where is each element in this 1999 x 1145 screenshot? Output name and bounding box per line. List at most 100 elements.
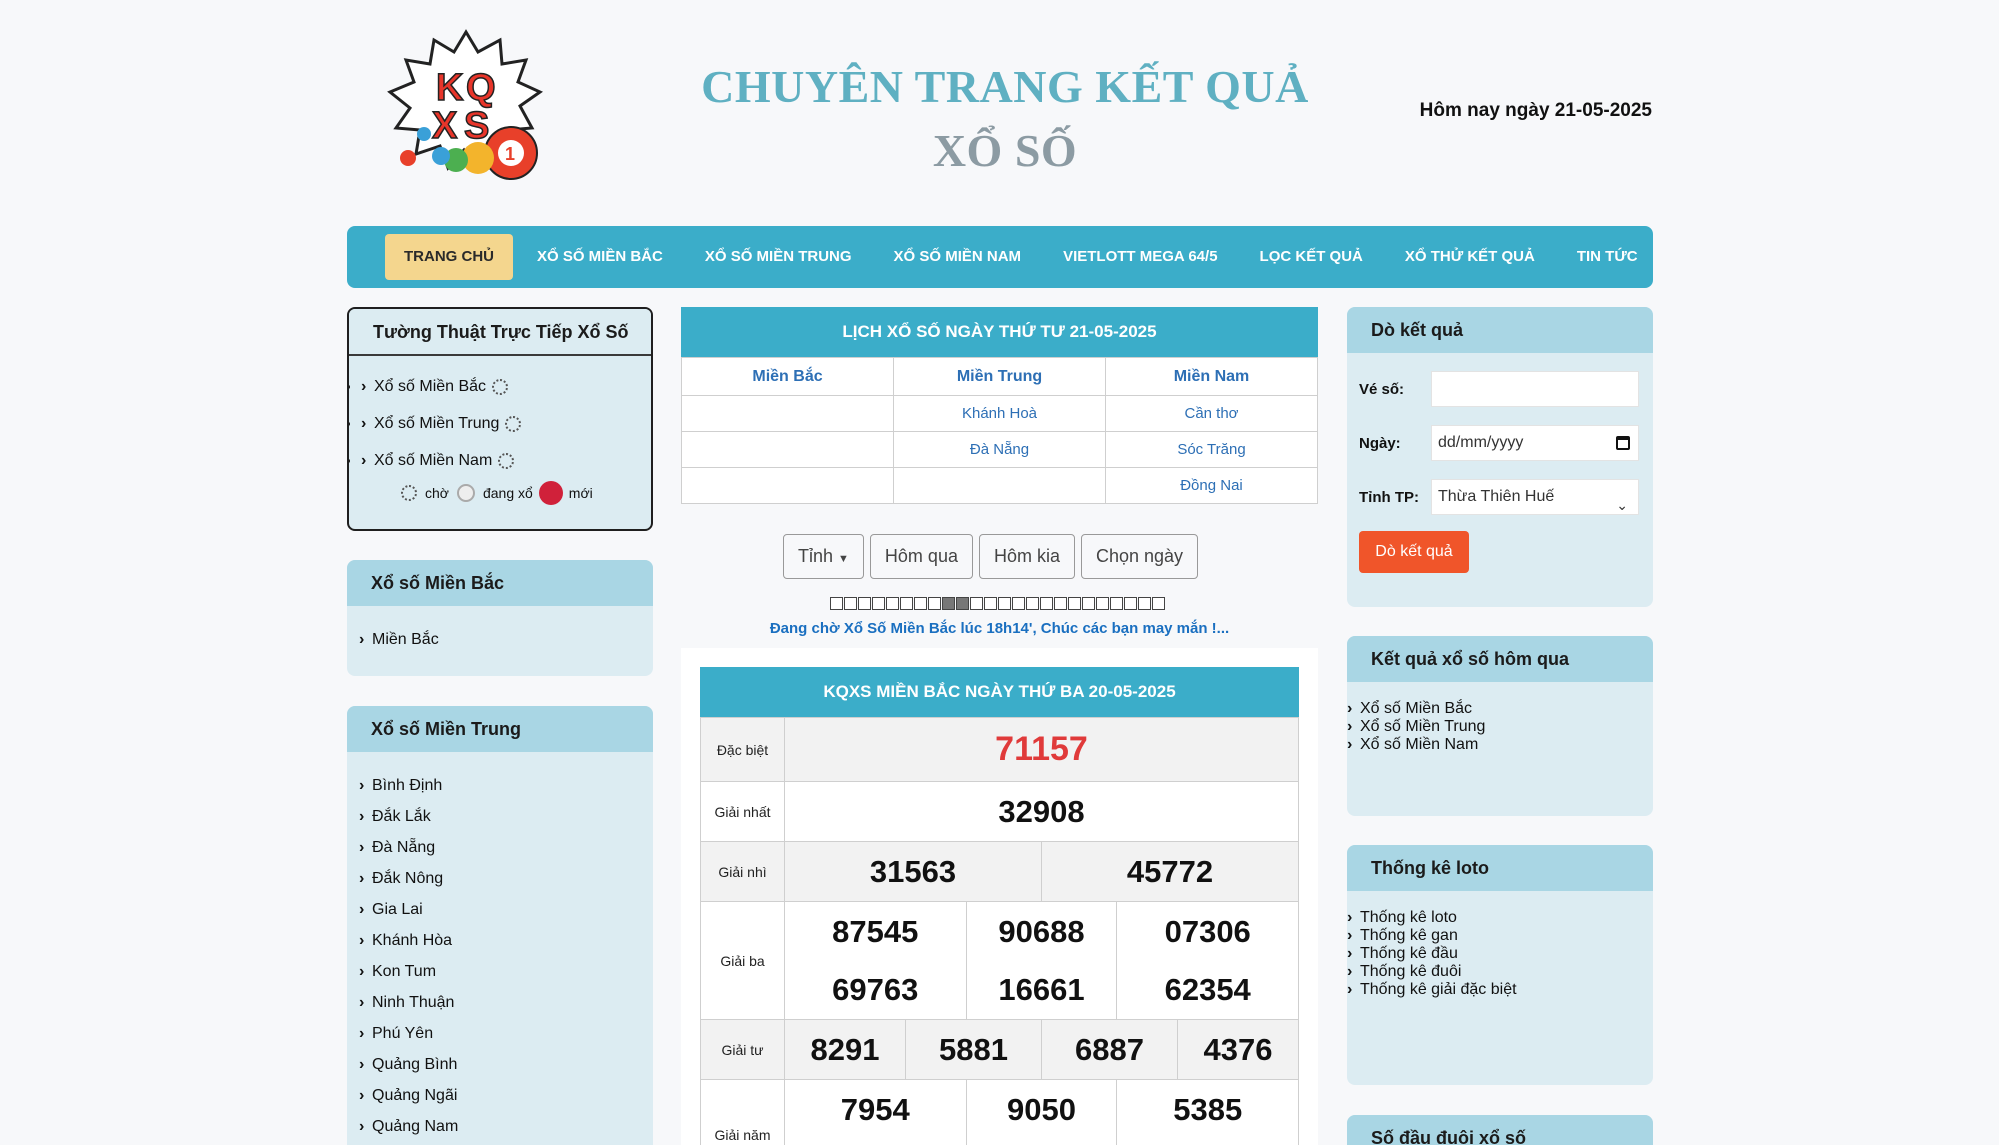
province-label: Tỉnh TP: [1359,488,1419,506]
nav-trial[interactable]: XỔ THỬ KẾT QUẢ [1384,234,1556,280]
sidebar-item-dak-lak[interactable]: › Đắk Lắk [359,801,653,832]
sidebar-item-yesterday-south[interactable]: › Xổ số Miền Nam [1347,736,1653,754]
schedule-cell[interactable]: Cần thơ [1105,395,1318,432]
progress-square [1068,597,1081,610]
province-dropdown[interactable]: Tỉnh ▼ [783,534,864,579]
schedule-cell[interactable]: Đồng Nai [1105,467,1318,504]
day-before-button[interactable]: Hôm kia [978,534,1075,579]
sidebar-item-stats-loto[interactable]: › Thống kê loto [1347,909,1653,927]
calendar-icon[interactable] [1616,436,1630,450]
sidebar-item-label: Gia Lai [372,901,423,918]
sidebar-item-phu-yen[interactable]: › Phú Yên [359,1018,653,1049]
main-nav: TRANG CHỦ XỔ SỐ MIỀN BẮC XỔ SỐ MIỀN TRUN… [347,226,1653,288]
sidebar-item-gia-lai[interactable]: › Gia Lai [359,894,653,925]
prize-number: 62354 [1164,972,1251,1008]
sidebar-item-stats-gan[interactable]: › Thống kê gan [1347,927,1653,945]
sidebar-item-stats-tail[interactable]: › Thống kê đuôi [1347,963,1653,981]
prize-label: Giải ba [700,901,785,1020]
nav-filter[interactable]: LỌC KẾT QUẢ [1239,234,1384,280]
sidebar-item-ninh-thuan[interactable]: › Ninh Thuận [359,987,653,1018]
choose-date-button[interactable]: Chọn ngày [1080,534,1199,579]
prize-number: 45772 [1126,853,1214,889]
progress-square [1124,597,1137,610]
schedule-cell[interactable]: Khánh Hoà [893,395,1106,432]
nav-south[interactable]: XỔ SỐ MIỀN NAM [873,234,1043,280]
live-item-south[interactable]: › Xổ số Miền Nam [361,442,651,479]
ticket-input[interactable] [1431,371,1639,407]
sidebar-item-quang-ngai[interactable]: › Quảng Ngãi [359,1080,653,1111]
progress-square [1110,597,1123,610]
fourth-prize-value: 4376 [1176,1019,1300,1080]
check-result-box: Dò kết quả Vé số: Ngày: dd/mm/yyyy Tỉnh … [1347,307,1653,607]
sidebar-item-yesterday-north[interactable]: › Xổ số Miền Bắc [1347,700,1653,718]
yesterday-button[interactable]: Hôm qua [869,534,973,579]
progress-square [1040,597,1053,610]
third-prize-value: 62354 [1116,961,1299,1020]
progress-square [942,597,955,610]
sidebar-item-mien-bac[interactable]: › Miền Bắc [359,624,653,655]
schedule-header-central[interactable]: Miền Trung [893,357,1106,396]
new-result-icon [540,483,561,503]
chevron-right-icon: › [1347,963,1353,980]
table-row: 69763 16661 62354 [701,961,1299,1020]
rolling-icon [456,484,475,502]
table-row: Giải ba 87545 90688 07306 [700,901,1299,1020]
live-item-north[interactable]: › Xổ số Miền Bắc [361,368,651,405]
caret-down-icon: ▼ [838,553,849,565]
nav-north[interactable]: XỔ SỐ MIỀN BẮC [516,234,684,280]
schedule-header-north[interactable]: Miền Bắc [681,357,894,396]
schedule-cell[interactable]: Sóc Trăng [1105,431,1318,468]
progress-square [844,597,857,610]
live-legend: chờ đang xổ mới [349,483,651,503]
nav-news[interactable]: TIN TỨC [1556,234,1659,280]
chevron-right-icon: › [359,839,365,856]
sidebar-item-da-nang[interactable]: › Đà Nẵng [359,832,653,863]
table-row: Giải tư 8291 5881 6887 4376 [700,1019,1300,1080]
live-item-central[interactable]: › Xổ số Miền Trung [361,405,651,442]
sidebar-item-stats-special[interactable]: › Thống kê giải đặc biệt [1347,981,1653,999]
table-row: Đặc biệt 71157 [700,717,1299,782]
sidebar-item-binh-dinh[interactable]: › Bình Định [359,770,653,801]
sidebar-item-dak-nong[interactable]: › Đắk Nông [359,863,653,894]
prize-number: 5385 [1173,1092,1243,1127]
svg-text:K: K [436,67,464,109]
prize-number: 31563 [869,853,957,889]
schedule-table: Miền Bắc Miền Trung Miền Nam Khánh Hoà C… [681,357,1318,504]
sidebar-item-stats-head[interactable]: › Thống kê đầu [1347,945,1653,963]
progress-square [1096,597,1109,610]
live-item-label: Xổ số Miền Bắc [374,378,487,395]
svg-text:S: S [464,105,489,147]
check-result-button[interactable]: Dò kết quả [1359,531,1469,573]
sidebar-item-khanh-hoa[interactable]: › Khánh Hòa [359,925,653,956]
chevron-right-icon: › [1347,909,1353,926]
progress-square [1082,597,1095,610]
fourth-prize-value: 5881 [905,1019,1042,1080]
sidebar-item-label: Thống kê gan [1360,927,1458,944]
schedule-header-south[interactable]: Miền Nam [1105,357,1318,396]
svg-text:X: X [432,105,458,147]
sidebar-item-kon-tum[interactable]: › Kon Tum [359,956,653,987]
schedule-cell [681,395,894,432]
sidebar-item-yesterday-central[interactable]: › Xổ số Miền Trung [1347,718,1653,736]
progress-square [956,597,969,610]
table-row: Đà Nẵng Sóc Trăng [681,431,1318,468]
head-tail-box: Số đầu đuôi xổ số [1347,1115,1653,1145]
second-prize-value: 45772 [1040,841,1300,902]
province-select[interactable]: Thừa Thiên Huế ⌄ [1431,479,1639,515]
sidebar-item-quang-nam[interactable]: › Quảng Nam [359,1111,653,1142]
sidebar-item-quang-binh[interactable]: › Quảng Bình [359,1049,653,1080]
schedule-cell[interactable]: Đà Nẵng [893,431,1106,468]
north-box-title: Xổ số Miền Bắc [347,560,653,606]
chevron-right-icon: › [359,1025,365,1042]
prize-number: 5881 [939,1031,1008,1067]
site-logo[interactable]: K Q X S 1 [386,28,546,193]
nav-vietlott[interactable]: VIETLOTT MEGA 64/5 [1042,234,1238,280]
stats-box-title: Thống kê loto [1347,845,1653,891]
progress-square [998,597,1011,610]
legend-wait: chờ [425,485,449,501]
nav-home[interactable]: TRANG CHỦ [385,234,513,280]
schedule-cell [893,467,1106,504]
nav-central[interactable]: XỔ SỐ MIỀN TRUNG [684,234,873,280]
date-input[interactable]: dd/mm/yyyy [1431,425,1639,461]
table-row: Khánh Hoà Cần thơ [681,395,1318,432]
